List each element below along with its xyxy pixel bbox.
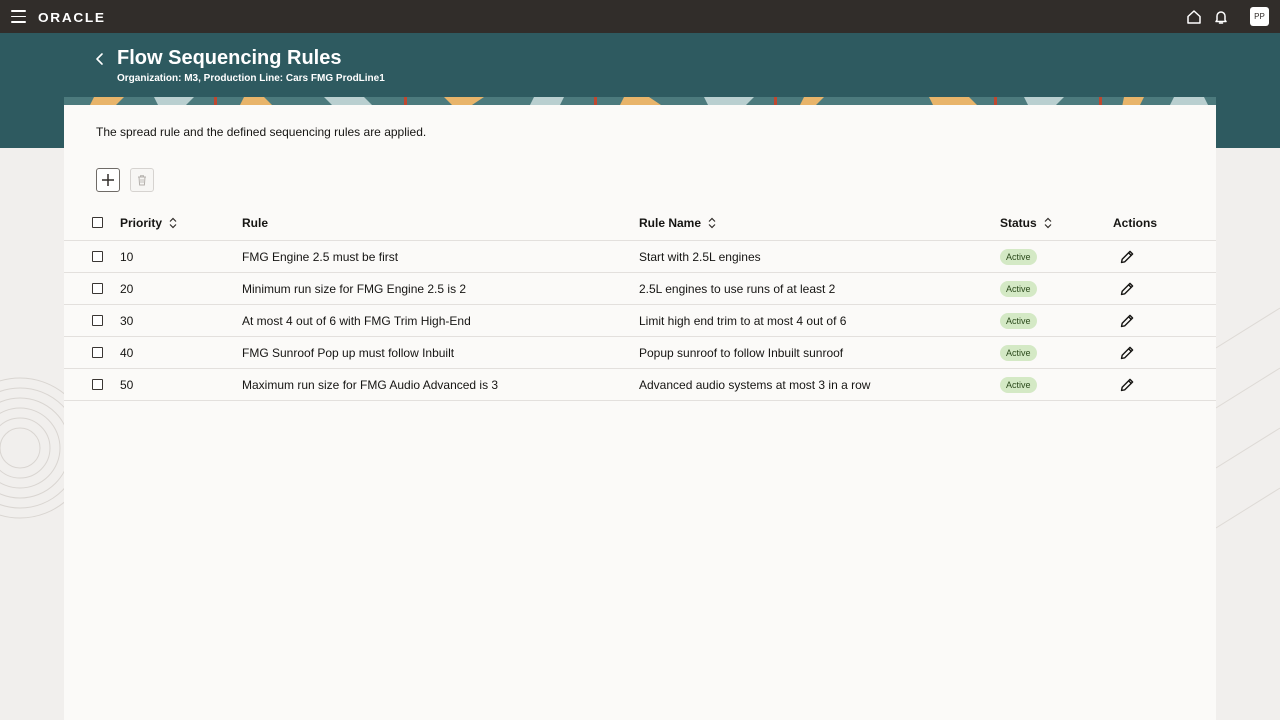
status-badge: Active xyxy=(1000,344,1037,361)
cell-rule-name: Limit high end trim to at most 4 out of … xyxy=(639,313,847,328)
edit-pencil-icon[interactable] xyxy=(1119,281,1135,297)
table-header: Priority Rule Rule Name Status Actions xyxy=(64,205,1216,241)
oracle-logo[interactable]: ORACLE xyxy=(38,10,106,25)
status-badge: Active xyxy=(1000,248,1037,265)
cell-rule: FMG Sunroof Pop up must follow Inbuilt xyxy=(242,345,455,360)
row-checkbox[interactable] xyxy=(92,283,103,294)
table-row[interactable]: 30 At most 4 out of 6 with FMG Trim High… xyxy=(64,305,1216,337)
column-header-actions: Actions xyxy=(1113,215,1158,230)
delete-button[interactable] xyxy=(130,168,154,192)
cell-rule-name: Advanced audio systems at most 3 in a ro… xyxy=(639,377,871,392)
row-checkbox[interactable] xyxy=(92,379,103,390)
cell-priority: 20 xyxy=(120,281,134,296)
page-subtitle: Organization: M3, Production Line: Cars … xyxy=(117,73,385,84)
status-badge: Active xyxy=(1000,376,1037,393)
cell-rule: Maximum run size for FMG Audio Advanced … xyxy=(242,377,499,392)
bell-icon[interactable] xyxy=(1213,9,1229,25)
info-text: The spread rule and the defined sequenci… xyxy=(96,125,427,139)
plus-icon xyxy=(102,174,114,186)
status-badge: Active xyxy=(1000,280,1037,297)
row-checkbox[interactable] xyxy=(92,251,103,262)
page-title: Flow Sequencing Rules xyxy=(117,47,342,69)
column-header-rule: Rule xyxy=(242,215,269,230)
top-bar: ORACLE PP xyxy=(0,0,1280,33)
cell-priority: 40 xyxy=(120,345,134,360)
sort-icon[interactable] xyxy=(707,217,717,229)
edit-pencil-icon[interactable] xyxy=(1119,345,1135,361)
row-checkbox[interactable] xyxy=(92,315,103,326)
table-row[interactable]: 10 FMG Engine 2.5 must be first Start wi… xyxy=(64,241,1216,273)
cell-priority: 10 xyxy=(120,249,134,264)
table-row[interactable]: 50 Maximum run size for FMG Audio Advanc… xyxy=(64,369,1216,401)
status-badge: Active xyxy=(1000,312,1037,329)
edit-pencil-icon[interactable] xyxy=(1119,249,1135,265)
row-checkbox[interactable] xyxy=(92,347,103,358)
add-button[interactable] xyxy=(96,168,120,192)
edit-pencil-icon[interactable] xyxy=(1119,377,1135,393)
home-icon[interactable] xyxy=(1186,9,1202,25)
edit-pencil-icon[interactable] xyxy=(1119,313,1135,329)
decorative-background-right xyxy=(1216,307,1280,529)
column-header-rule-name[interactable]: Rule Name xyxy=(639,205,717,240)
trash-icon xyxy=(138,175,146,186)
cell-rule: Minimum run size for FMG Engine 2.5 is 2 xyxy=(242,281,467,296)
decorative-background-left xyxy=(0,377,64,519)
back-chevron-icon[interactable] xyxy=(93,52,107,66)
table-row[interactable]: 20 Minimum run size for FMG Engine 2.5 i… xyxy=(64,273,1216,305)
cell-priority: 50 xyxy=(120,377,134,392)
cell-rule-name: Start with 2.5L engines xyxy=(639,249,761,264)
cell-rule-name: Popup sunroof to follow Inbuilt sunroof xyxy=(639,345,844,360)
sort-icon[interactable] xyxy=(1043,217,1053,229)
rules-table: Priority Rule Rule Name Status Actions 1… xyxy=(64,205,1216,401)
cell-rule: FMG Engine 2.5 must be first xyxy=(242,249,399,264)
cell-priority: 30 xyxy=(120,313,134,328)
hamburger-menu-icon[interactable] xyxy=(11,10,26,23)
cell-rule: At most 4 out of 6 with FMG Trim High-En… xyxy=(242,313,471,328)
user-avatar[interactable]: PP xyxy=(1250,7,1269,26)
cell-rule-name: 2.5L engines to use runs of at least 2 xyxy=(639,281,836,296)
column-header-status[interactable]: Status xyxy=(1000,205,1053,240)
select-all-checkbox[interactable] xyxy=(92,217,103,228)
table-row[interactable]: 40 FMG Sunroof Pop up must follow Inbuil… xyxy=(64,337,1216,369)
column-header-priority[interactable]: Priority xyxy=(120,205,178,240)
content-card: The spread rule and the defined sequenci… xyxy=(64,105,1216,720)
sort-icon[interactable] xyxy=(168,217,178,229)
